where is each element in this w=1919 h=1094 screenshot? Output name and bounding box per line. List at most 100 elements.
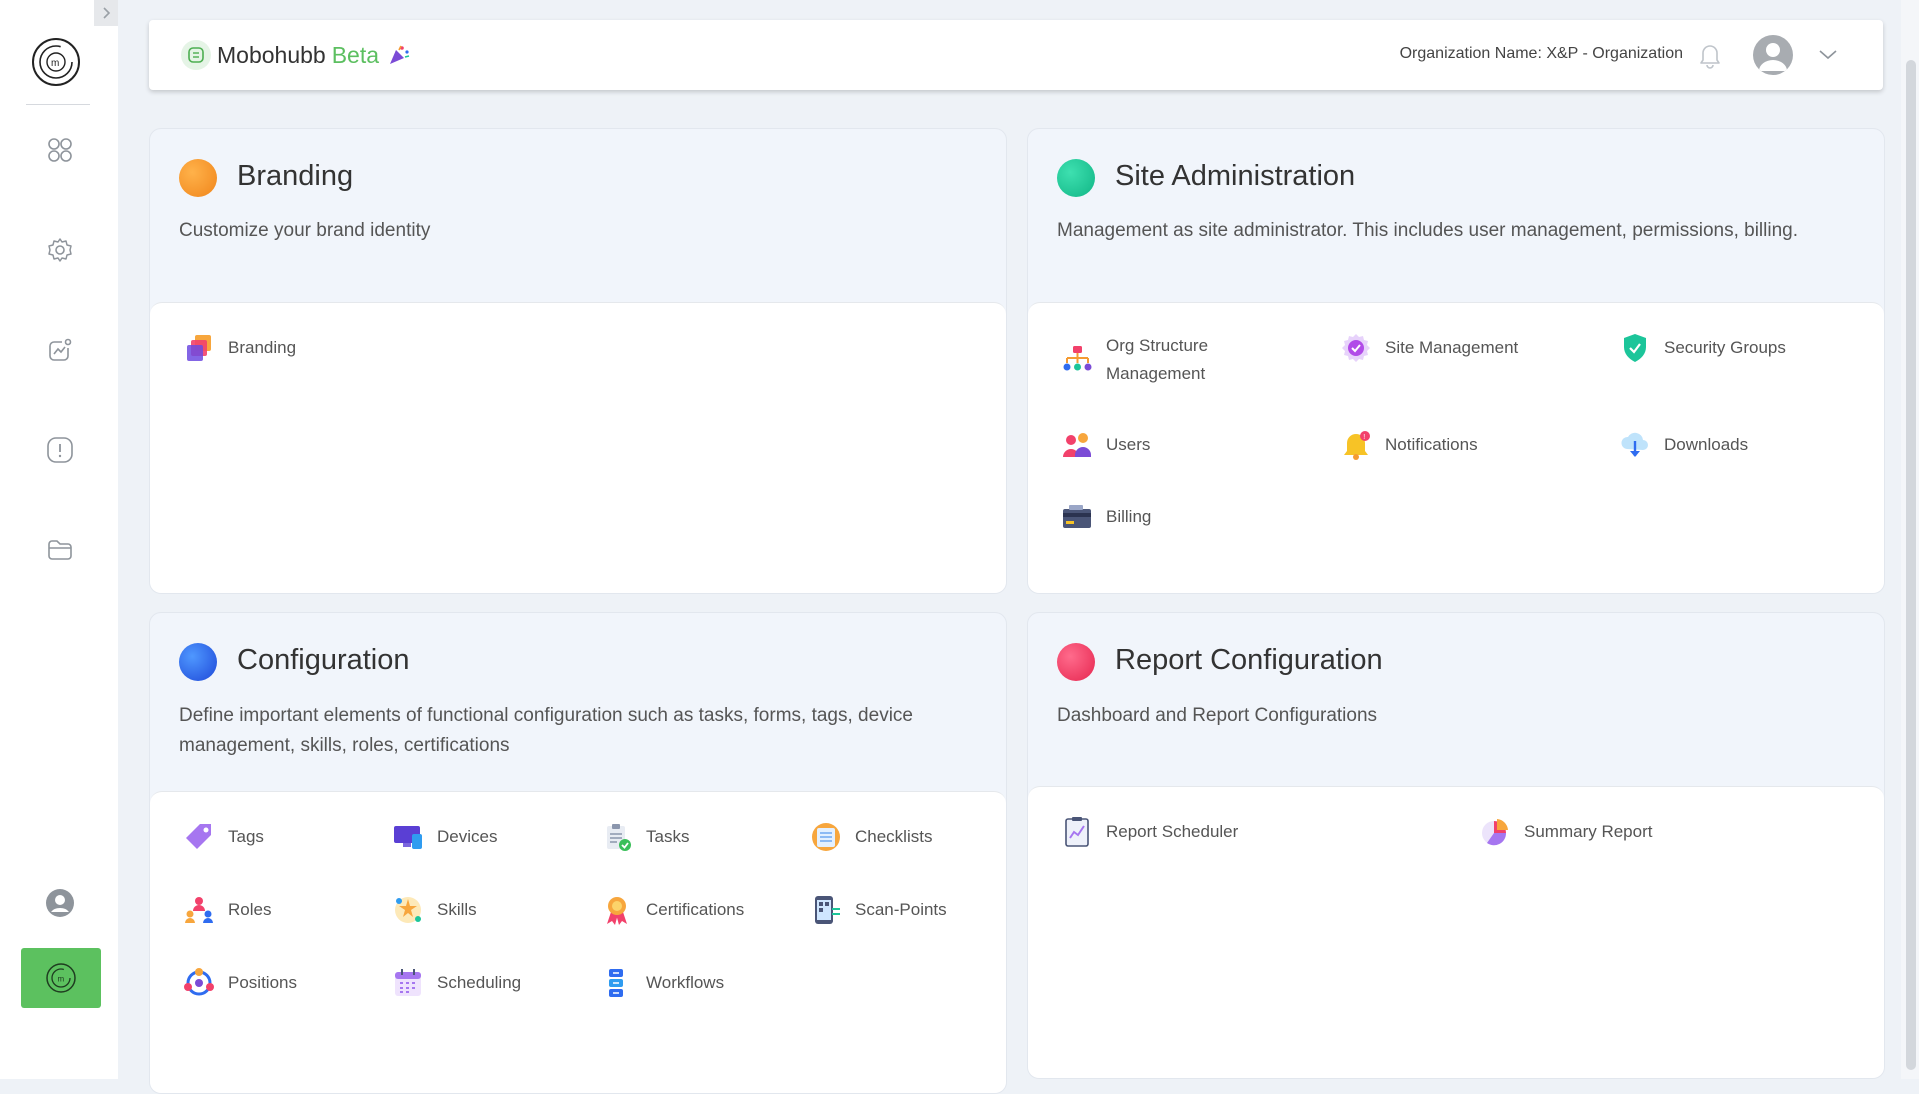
tasks-clipboard-icon (607, 824, 631, 851)
brand-logo-icon (181, 40, 211, 70)
sidebar-item-settings[interactable] (44, 234, 76, 266)
card-links: Branding (150, 302, 1006, 593)
devices-icon (394, 826, 422, 849)
link-label: Summary Report (1524, 822, 1653, 841)
alert-icon (47, 437, 73, 463)
link-checklists[interactable]: Checklists (810, 821, 932, 853)
collapse-sidebar-button[interactable] (94, 0, 118, 26)
scrollbar-thumb[interactable] (1906, 60, 1916, 1070)
page-scrollbar[interactable] (1901, 0, 1919, 1079)
link-tags[interactable]: Tags (183, 821, 264, 853)
link-scheduling[interactable]: Scheduling (392, 967, 521, 999)
link-label: Org Structure Management (1106, 330, 1208, 388)
card-description: Customize your brand identity (179, 220, 431, 241)
link-branding[interactable]: Branding (183, 332, 296, 364)
download-cloud-icon (1621, 432, 1648, 457)
pie-chart-icon (1482, 819, 1508, 846)
sidebar-item-profile[interactable] (44, 887, 76, 919)
users-icon (1063, 433, 1091, 457)
mobohubb-logo-icon[interactable]: m (30, 36, 82, 88)
link-report-scheduler[interactable]: Report Scheduler (1061, 816, 1238, 848)
checklist-icon (812, 823, 840, 851)
link-label: Site Management (1385, 338, 1519, 357)
certification-ribbon-icon (607, 897, 627, 925)
mobohubb-logo-icon: m (46, 963, 76, 993)
party-popper-icon (387, 44, 411, 66)
card-links: Report Scheduler Summary Report (1028, 786, 1884, 1078)
top-header: Mobohubb Beta Organization Name: X&P - O… (149, 20, 1883, 90)
billing-card-icon (1063, 505, 1091, 528)
link-billing[interactable]: Billing (1061, 501, 1151, 533)
chevron-right-icon (103, 7, 111, 19)
link-label: Checklists (855, 827, 933, 846)
notification-bell-icon[interactable] (1697, 40, 1723, 70)
link-label: Notifications (1385, 435, 1478, 454)
link-label: Tasks (646, 827, 690, 846)
sidebar-item-mobohubb-active[interactable]: m (21, 948, 101, 1008)
link-label: Scheduling (437, 973, 522, 992)
analytics-chart-icon (49, 338, 72, 361)
link-label: Report Scheduler (1106, 822, 1239, 841)
link-label: Scan-Points (855, 900, 947, 919)
link-roles[interactable]: Roles (183, 894, 271, 926)
svg-text:m: m (58, 975, 65, 984)
card-links: Tags Devices Tasks Checklists Roles Skil… (150, 791, 1006, 1093)
card-links: Org Structure Management Site Management… (1028, 302, 1884, 593)
link-org-structure-management[interactable]: Org Structure Management (1061, 330, 1208, 388)
security-shield-icon (1624, 334, 1646, 362)
user-avatar[interactable] (1753, 35, 1793, 75)
link-label-line2: Management (1106, 364, 1206, 383)
sidebar-divider (26, 104, 90, 105)
workflow-icon (609, 969, 623, 997)
site-management-icon (1342, 334, 1370, 362)
folder-icon (48, 540, 72, 560)
sidebar-item-alerts[interactable] (44, 434, 76, 466)
branding-card: Branding Customize your brand identity B… (149, 128, 1007, 594)
link-summary-report[interactable]: Summary Report (1479, 816, 1652, 848)
link-label: Branding (228, 338, 297, 357)
link-notifications[interactable]: ! Notifications (1340, 429, 1478, 461)
org-structure-icon (1063, 346, 1092, 371)
card-title: Branding (237, 160, 354, 192)
chevron-down-icon[interactable] (1817, 45, 1839, 63)
link-positions[interactable]: Positions (183, 967, 297, 999)
scan-points-icon (815, 896, 840, 924)
user-profile-icon (46, 889, 74, 917)
branding-dot-icon (179, 159, 217, 197)
organization-name: Organization Name: X&P - Organization (1399, 45, 1683, 62)
roles-icon (185, 897, 213, 923)
apps-grid-icon (48, 138, 72, 162)
brand-beta-tag: Beta (331, 41, 380, 68)
brand[interactable]: Mobohubb Beta (181, 38, 411, 72)
settings-gear-icon (48, 238, 72, 262)
card-description: Define important elements of functional … (179, 705, 913, 756)
report-scheduler-icon (1065, 817, 1089, 847)
svg-text:m: m (51, 58, 59, 69)
notification-bell-icon: ! (1344, 431, 1370, 460)
link-tasks[interactable]: Tasks (601, 821, 689, 853)
link-security-groups[interactable]: Security Groups (1619, 332, 1786, 364)
link-scan-points[interactable]: Scan-Points (810, 894, 947, 926)
link-label: Workflows (646, 973, 725, 992)
sidebar-item-analytics[interactable] (44, 334, 76, 366)
link-site-management[interactable]: Site Management (1340, 332, 1518, 364)
link-devices[interactable]: Devices (392, 821, 497, 853)
sidebar: m m (0, 0, 118, 1079)
sidebar-item-folder[interactable] (44, 534, 76, 566)
link-label: Positions (228, 973, 297, 992)
site-admin-dot-icon (1057, 159, 1095, 197)
link-label: Downloads (1664, 435, 1749, 454)
link-label: Users (1106, 435, 1151, 454)
link-downloads[interactable]: Downloads (1619, 429, 1748, 461)
link-label: Security Groups (1664, 338, 1786, 357)
link-certifications[interactable]: Certifications (601, 894, 744, 926)
positions-icon (184, 968, 214, 996)
link-workflows[interactable]: Workflows (601, 967, 724, 999)
site-administration-card: Site Administration Management as site a… (1027, 128, 1885, 594)
configuration-card: Configuration Define important elements … (149, 612, 1007, 1094)
link-users[interactable]: Users (1061, 429, 1150, 461)
card-description: Dashboard and Report Configurations (1057, 705, 1378, 726)
calendar-icon (395, 969, 421, 996)
sidebar-item-apps[interactable] (44, 134, 76, 166)
link-skills[interactable]: Skills (392, 894, 477, 926)
